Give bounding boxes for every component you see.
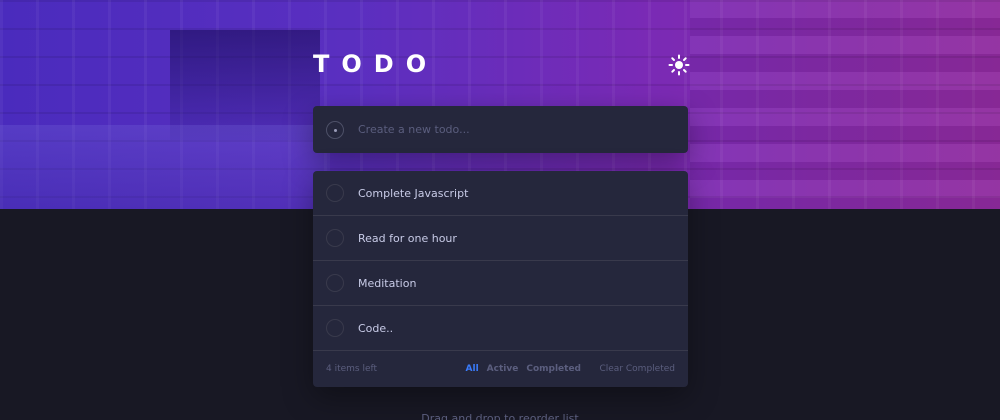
todo-text: Complete Javascript bbox=[358, 186, 469, 200]
hero-floor bbox=[0, 125, 330, 209]
app-title: TODO bbox=[313, 50, 439, 78]
filter-all[interactable]: All bbox=[466, 364, 479, 374]
todo-item[interactable]: Code.. bbox=[313, 306, 688, 351]
todo-footer: 4 items left All Active Completed Clear … bbox=[313, 351, 688, 387]
hero-wall bbox=[690, 0, 1000, 209]
todo-item[interactable]: Read for one hour bbox=[313, 216, 688, 261]
todo-checkbox[interactable] bbox=[326, 274, 344, 292]
todo-checkbox[interactable] bbox=[326, 229, 344, 247]
new-todo-checkbox[interactable] bbox=[326, 120, 344, 139]
todo-text: Read for one hour bbox=[358, 231, 457, 245]
new-todo-input[interactable] bbox=[358, 123, 688, 136]
todo-text: Code.. bbox=[358, 321, 394, 335]
filter-completed[interactable]: Completed bbox=[526, 364, 581, 374]
todo-list: Complete Javascript Read for one hour Me… bbox=[313, 171, 688, 387]
clear-completed-button[interactable]: Clear Completed bbox=[599, 364, 675, 374]
filter-active[interactable]: Active bbox=[487, 364, 519, 374]
todo-text: Meditation bbox=[358, 276, 417, 290]
sun-icon bbox=[668, 54, 690, 76]
todo-item[interactable]: Complete Javascript bbox=[313, 171, 688, 216]
filter-group: All Active Completed bbox=[466, 364, 581, 374]
theme-toggle-button[interactable] bbox=[668, 54, 690, 76]
drag-hint: Drag and drop to reorder list bbox=[421, 412, 579, 420]
todo-checkbox[interactable] bbox=[326, 319, 344, 337]
hero-corridor bbox=[170, 30, 320, 140]
items-left-count: 4 items left bbox=[326, 364, 378, 374]
new-todo-form bbox=[313, 106, 688, 153]
todo-item[interactable]: Meditation bbox=[313, 261, 688, 306]
todo-checkbox[interactable] bbox=[326, 184, 344, 202]
